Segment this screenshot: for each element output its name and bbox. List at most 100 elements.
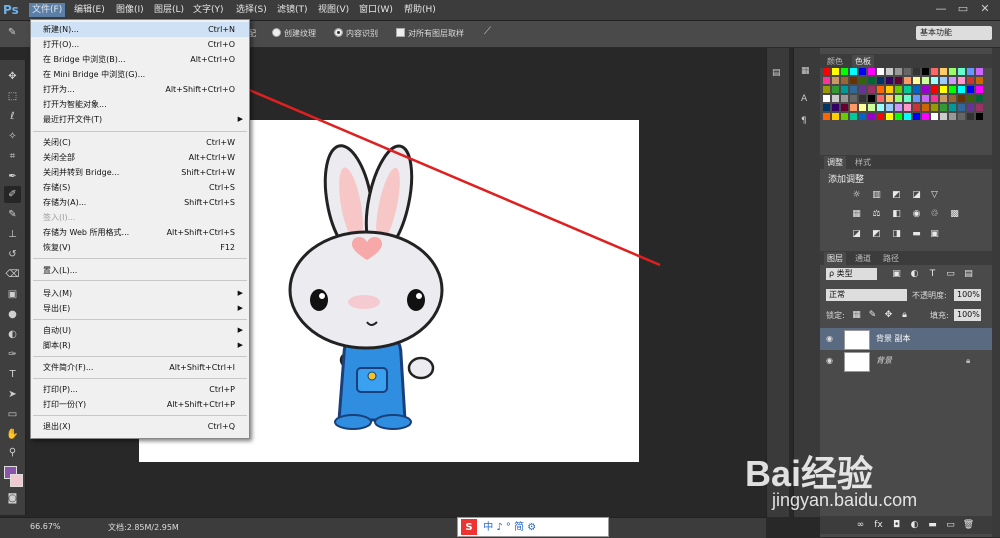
filter-type-icon[interactable]: T xyxy=(926,268,939,280)
lock-transparent-icon[interactable]: ▦ xyxy=(850,309,863,321)
hue-saturation-icon[interactable]: ▦ xyxy=(850,208,863,220)
color-swatch[interactable] xyxy=(922,95,929,102)
tab-channels[interactable]: 通道 xyxy=(852,252,874,265)
color-swatch[interactable] xyxy=(832,86,839,93)
color-swatch[interactable] xyxy=(886,95,893,102)
channel-mixer-icon[interactable]: ♲ xyxy=(928,208,941,220)
filter-adjust-icon[interactable]: ◐ xyxy=(908,268,921,280)
color-swatch[interactable] xyxy=(931,113,938,120)
color-balance-icon[interactable]: ⚖ xyxy=(870,208,883,220)
color-swatch[interactable] xyxy=(922,77,929,84)
color-swatch[interactable] xyxy=(940,113,947,120)
color-swatch[interactable] xyxy=(967,95,974,102)
color-swatch[interactable] xyxy=(859,104,866,111)
color-swatch[interactable] xyxy=(976,95,983,102)
color-swatch[interactable] xyxy=(976,77,983,84)
fill-input[interactable]: 100% xyxy=(954,309,981,321)
color-swatch[interactable] xyxy=(841,104,848,111)
color-swatch[interactable] xyxy=(949,86,956,93)
color-swatch[interactable] xyxy=(868,104,875,111)
color-swatch[interactable] xyxy=(958,95,965,102)
color-swatch[interactable] xyxy=(823,86,830,93)
visibility-eye-icon[interactable]: ◉ xyxy=(826,328,833,350)
tab-swatches[interactable]: 色板 xyxy=(852,55,874,68)
lock-all-icon[interactable]: 🔒︎ xyxy=(898,309,911,321)
color-swatch[interactable] xyxy=(859,113,866,120)
panel-scrollbar[interactable] xyxy=(992,48,1000,537)
layer-row-background[interactable]: ◉ 背景 🔒︎ xyxy=(820,350,992,372)
color-swatch[interactable] xyxy=(904,86,911,93)
color-swatch[interactable] xyxy=(832,95,839,102)
color-swatch[interactable] xyxy=(895,68,902,75)
color-swatch[interactable] xyxy=(868,86,875,93)
color-swatch[interactable] xyxy=(967,113,974,120)
color-swatch[interactable] xyxy=(895,95,902,102)
menu-item-save-as[interactable]: 存储为(A)... Shift+Ctrl+S xyxy=(31,195,249,210)
brightness-icon[interactable]: ☼ xyxy=(850,189,863,201)
menu-item-exit[interactable]: 退出(X) Ctrl+Q xyxy=(31,419,249,434)
menu-item-recent-files[interactable]: 最近打开文件(T) ▶ xyxy=(31,112,249,127)
color-swatch[interactable] xyxy=(958,77,965,84)
color-swatch[interactable] xyxy=(850,113,857,120)
menu-item-close[interactable]: 关闭(C) Ctrl+W xyxy=(31,135,249,150)
posterize-icon[interactable]: ◩ xyxy=(870,228,883,240)
color-swatch[interactable] xyxy=(940,86,947,93)
tab-paths[interactable]: 路径 xyxy=(880,252,902,265)
color-swatch[interactable] xyxy=(877,104,884,111)
exposure-icon[interactable]: ◪ xyxy=(910,189,923,201)
new-group-icon[interactable]: ▬ xyxy=(926,519,939,531)
levels-icon[interactable]: ▥ xyxy=(870,189,883,201)
menu-item-export[interactable]: 导出(E) ▶ xyxy=(31,301,249,316)
color-swatch[interactable] xyxy=(832,113,839,120)
filter-shape-icon[interactable]: ▭ xyxy=(944,268,957,280)
color-swatch[interactable] xyxy=(940,77,947,84)
blend-mode-select[interactable]: 正常 xyxy=(826,289,907,301)
color-swatch[interactable] xyxy=(958,113,965,120)
link-layers-icon[interactable]: ∞ xyxy=(854,519,867,531)
color-swatch[interactable] xyxy=(904,104,911,111)
color-swatch[interactable] xyxy=(877,68,884,75)
color-swatch[interactable] xyxy=(949,104,956,111)
color-swatch[interactable] xyxy=(922,86,929,93)
color-swatch[interactable] xyxy=(832,77,839,84)
menu-item-open-as[interactable]: 打开为... Alt+Shift+Ctrl+O xyxy=(31,82,249,97)
color-swatch[interactable] xyxy=(877,77,884,84)
delete-layer-icon[interactable]: 🗑︎ xyxy=(962,519,975,531)
color-swatch[interactable] xyxy=(823,113,830,120)
color-swatch[interactable] xyxy=(940,104,947,111)
color-swatch[interactable] xyxy=(859,86,866,93)
color-swatch[interactable] xyxy=(859,68,866,75)
color-swatch[interactable] xyxy=(877,113,884,120)
color-swatch[interactable] xyxy=(949,113,956,120)
menu-item-revert[interactable]: 恢复(V) F12 xyxy=(31,240,249,255)
tab-layers[interactable]: 图层 xyxy=(824,252,846,265)
color-swatch[interactable] xyxy=(949,77,956,84)
color-swatch[interactable] xyxy=(904,68,911,75)
color-swatch[interactable] xyxy=(859,95,866,102)
visibility-eye-icon[interactable]: ◉ xyxy=(826,350,833,372)
color-swatch[interactable] xyxy=(913,68,920,75)
invert-icon[interactable]: ◪ xyxy=(850,228,863,240)
menu-item-open[interactable]: 打开(O)... Ctrl+O xyxy=(31,37,249,52)
ime-toolbar[interactable]: S 中 ♪ ° 简 ⚙ xyxy=(457,517,609,537)
color-swatch[interactable] xyxy=(976,68,983,75)
color-swatch[interactable] xyxy=(949,95,956,102)
zoom-level[interactable]: 66.67% xyxy=(30,522,61,531)
color-swatch[interactable] xyxy=(940,95,947,102)
menu-item-place[interactable]: 置入(L)... xyxy=(31,263,249,278)
lock-image-icon[interactable]: ✎ xyxy=(866,309,879,321)
menu-item-save-for-web[interactable]: 存储为 Web 所用格式... Alt+Shift+Ctrl+S xyxy=(31,225,249,240)
color-swatch[interactable] xyxy=(886,77,893,84)
color-swatch[interactable] xyxy=(913,113,920,120)
layer-filter-select[interactable]: ρ 类型 xyxy=(826,268,877,280)
menu-item-browse-bridge[interactable]: 在 Bridge 中浏览(B)... Alt+Ctrl+O xyxy=(31,52,249,67)
color-swatch[interactable] xyxy=(868,68,875,75)
selective-color-icon[interactable]: ▣ xyxy=(928,228,941,240)
paragraph-panel-icon[interactable]: ¶ xyxy=(801,116,807,126)
color-swatch[interactable] xyxy=(895,86,902,93)
color-swatch[interactable] xyxy=(823,104,830,111)
color-swatch[interactable] xyxy=(976,104,983,111)
menu-item-automate[interactable]: 自动(U) ▶ xyxy=(31,323,249,338)
lock-position-icon[interactable]: ✥ xyxy=(882,309,895,321)
menu-item-print[interactable]: 打印(P)... Ctrl+P xyxy=(31,382,249,397)
